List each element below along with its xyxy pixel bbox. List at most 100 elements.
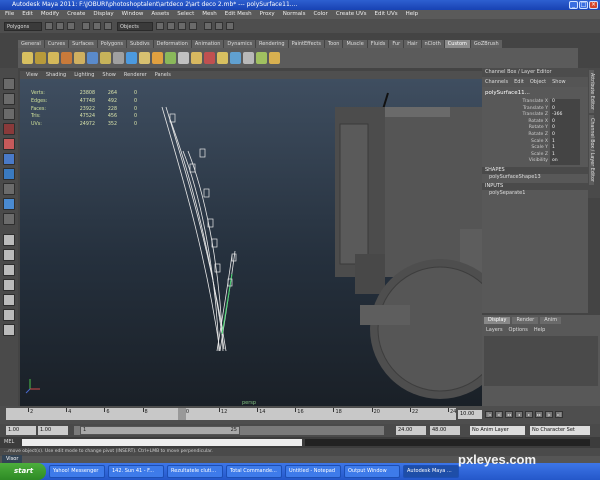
anim-end-field[interactable]: 48.00 [430, 426, 460, 435]
select-tool-icon[interactable] [3, 78, 15, 90]
channel-value[interactable]: 1 [550, 145, 580, 152]
shelf-tool-icon[interactable] [139, 52, 150, 64]
tab-subdivs[interactable]: Subdivs [127, 40, 153, 48]
soft-mod-tool-icon[interactable] [3, 183, 15, 195]
menu-color[interactable]: Color [313, 10, 327, 19]
tab-animation[interactable]: Animation [191, 40, 224, 48]
shelf-tool-icon[interactable] [22, 52, 33, 64]
paint-select-tool-icon[interactable] [3, 108, 15, 120]
last-tool-icon[interactable] [3, 198, 15, 210]
shape-node[interactable]: polySurfaceShape13 [482, 174, 588, 181]
snap-plane-icon[interactable] [189, 22, 197, 30]
object-menu[interactable]: Object [530, 79, 546, 85]
go-to-end-icon[interactable]: ▸| [555, 411, 563, 418]
channels-menu[interactable]: Channels [485, 79, 508, 85]
channel-value[interactable]: -366 [550, 112, 580, 119]
layer-list[interactable] [484, 336, 598, 386]
shelf-tool-icon[interactable] [191, 52, 202, 64]
shelf-tool-icon[interactable] [74, 52, 85, 64]
channel-value[interactable]: 0 [550, 131, 580, 139]
tab-fur[interactable]: Fur [389, 40, 404, 48]
panel-menu-panels[interactable]: Panels [155, 71, 171, 79]
taskbar-item-yahoo-messenger[interactable]: Yahoo! Messenger [49, 465, 105, 478]
tab-attribute-editor[interactable]: Attribute Editor [589, 70, 594, 113]
menuset-dropdown[interactable]: Polygons [4, 21, 42, 31]
shelf-tool-icon[interactable] [35, 52, 46, 64]
snap-point-icon[interactable] [178, 22, 186, 30]
range-slider-handle[interactable]: 1 25 [80, 426, 240, 435]
move-tool-icon[interactable] [3, 123, 15, 135]
save-scene-icon[interactable] [67, 22, 75, 30]
new-scene-icon[interactable] [45, 22, 53, 30]
shelf-tool-icon[interactable] [256, 52, 267, 64]
menu-modify[interactable]: Modify [41, 10, 59, 19]
tab-gozbrush[interactable]: GoZBrush [470, 40, 502, 48]
shelf-tool-icon[interactable] [100, 52, 111, 64]
rotate-tool-icon[interactable] [3, 138, 15, 150]
shelf-tool-icon[interactable] [61, 52, 72, 64]
selection-mask-dropdown[interactable]: Objects [117, 21, 153, 31]
tab-toon[interactable]: Toon [324, 40, 343, 48]
minimize-button[interactable]: _ [569, 1, 578, 9]
shelf-tool-icon[interactable] [48, 52, 59, 64]
go-to-start-icon[interactable]: |◂ [485, 411, 493, 418]
shelf-tool-icon[interactable] [113, 52, 124, 64]
scale-tool-icon[interactable] [3, 153, 15, 165]
render-icon[interactable] [204, 22, 212, 30]
channel-value[interactable]: 0 [550, 99, 580, 106]
four-view-layout-icon[interactable] [3, 249, 15, 261]
tab-general[interactable]: General [18, 40, 44, 48]
channel-row[interactable]: Scale Y1 [482, 145, 588, 152]
tab-ncloth[interactable]: nCloth [421, 40, 444, 48]
options-menu[interactable]: Options [509, 327, 528, 333]
channel-value[interactable]: 0 [550, 125, 580, 132]
snap-grid-icon[interactable] [156, 22, 164, 30]
visor-tab[interactable]: Visor [2, 455, 23, 463]
open-scene-icon[interactable] [56, 22, 64, 30]
current-time-marker[interactable] [178, 408, 186, 420]
panel-menu-shading[interactable]: Shading [46, 71, 66, 79]
menu-edit-uvs[interactable]: Edit UVs [375, 10, 398, 19]
menu-mesh[interactable]: Mesh [202, 10, 216, 19]
close-button[interactable]: × [589, 1, 598, 9]
panel-menu-lighting[interactable]: Lighting [74, 71, 94, 79]
channel-row[interactable]: Translate Z -366 [482, 112, 588, 119]
channel-row[interactable]: Rotate Y0 [482, 125, 588, 132]
menu-window[interactable]: Window [122, 10, 144, 19]
tab-deformation[interactable]: Deformation [153, 40, 191, 48]
menu-assets[interactable]: Assets [151, 10, 169, 19]
anim-layer-dropdown[interactable]: No Anim Layer [470, 426, 525, 435]
select-object-icon[interactable] [93, 22, 101, 30]
tab-painteffects[interactable]: PaintEffects [288, 40, 324, 48]
tab-anim[interactable]: Anim [540, 317, 562, 324]
tab-display[interactable]: Display [484, 317, 511, 324]
taskbar-item-notepad[interactable]: Untitled - Notepad [285, 465, 341, 478]
shelf-tool-icon[interactable] [126, 52, 137, 64]
playback-start-field[interactable]: 1.00 [38, 426, 68, 435]
playback-end-field[interactable]: 24.00 [396, 426, 426, 435]
input-node[interactable]: polySeparate1 [482, 190, 588, 197]
taskbar-item-maya[interactable]: Autodesk Maya ... [403, 465, 459, 478]
menu-select[interactable]: Select [177, 10, 194, 19]
step-back-key-icon[interactable]: ◂◂ [505, 411, 513, 418]
anim-start-field[interactable]: 1.00 [6, 426, 36, 435]
tab-fluids[interactable]: Fluids [367, 40, 389, 48]
shelf-tool-icon[interactable] [217, 52, 228, 64]
outliner-layout-icon[interactable] [3, 309, 15, 321]
time-slider[interactable]: 24681012141618202224 [6, 408, 456, 420]
snap-curve-icon[interactable] [167, 22, 175, 30]
tab-custom[interactable]: Custom [444, 40, 470, 48]
tab-render[interactable]: Render [512, 317, 539, 324]
menu-display[interactable]: Display [93, 10, 113, 19]
menu-create[interactable]: Create [67, 10, 85, 19]
layers-menu[interactable]: Layers [486, 327, 503, 333]
tab-muscle[interactable]: Muscle [343, 40, 367, 48]
help-menu[interactable]: Help [534, 327, 545, 333]
menu-file[interactable]: File [5, 10, 14, 19]
shelf-tool-icon[interactable] [165, 52, 176, 64]
current-frame-field[interactable]: 10.00 [458, 410, 482, 419]
single-perspective-layout-icon[interactable] [3, 234, 15, 246]
panel-menu-view[interactable]: View [26, 71, 38, 79]
shelf-tool-icon[interactable] [243, 52, 254, 64]
taskbar-item-output-window[interactable]: Output Window [344, 465, 400, 478]
